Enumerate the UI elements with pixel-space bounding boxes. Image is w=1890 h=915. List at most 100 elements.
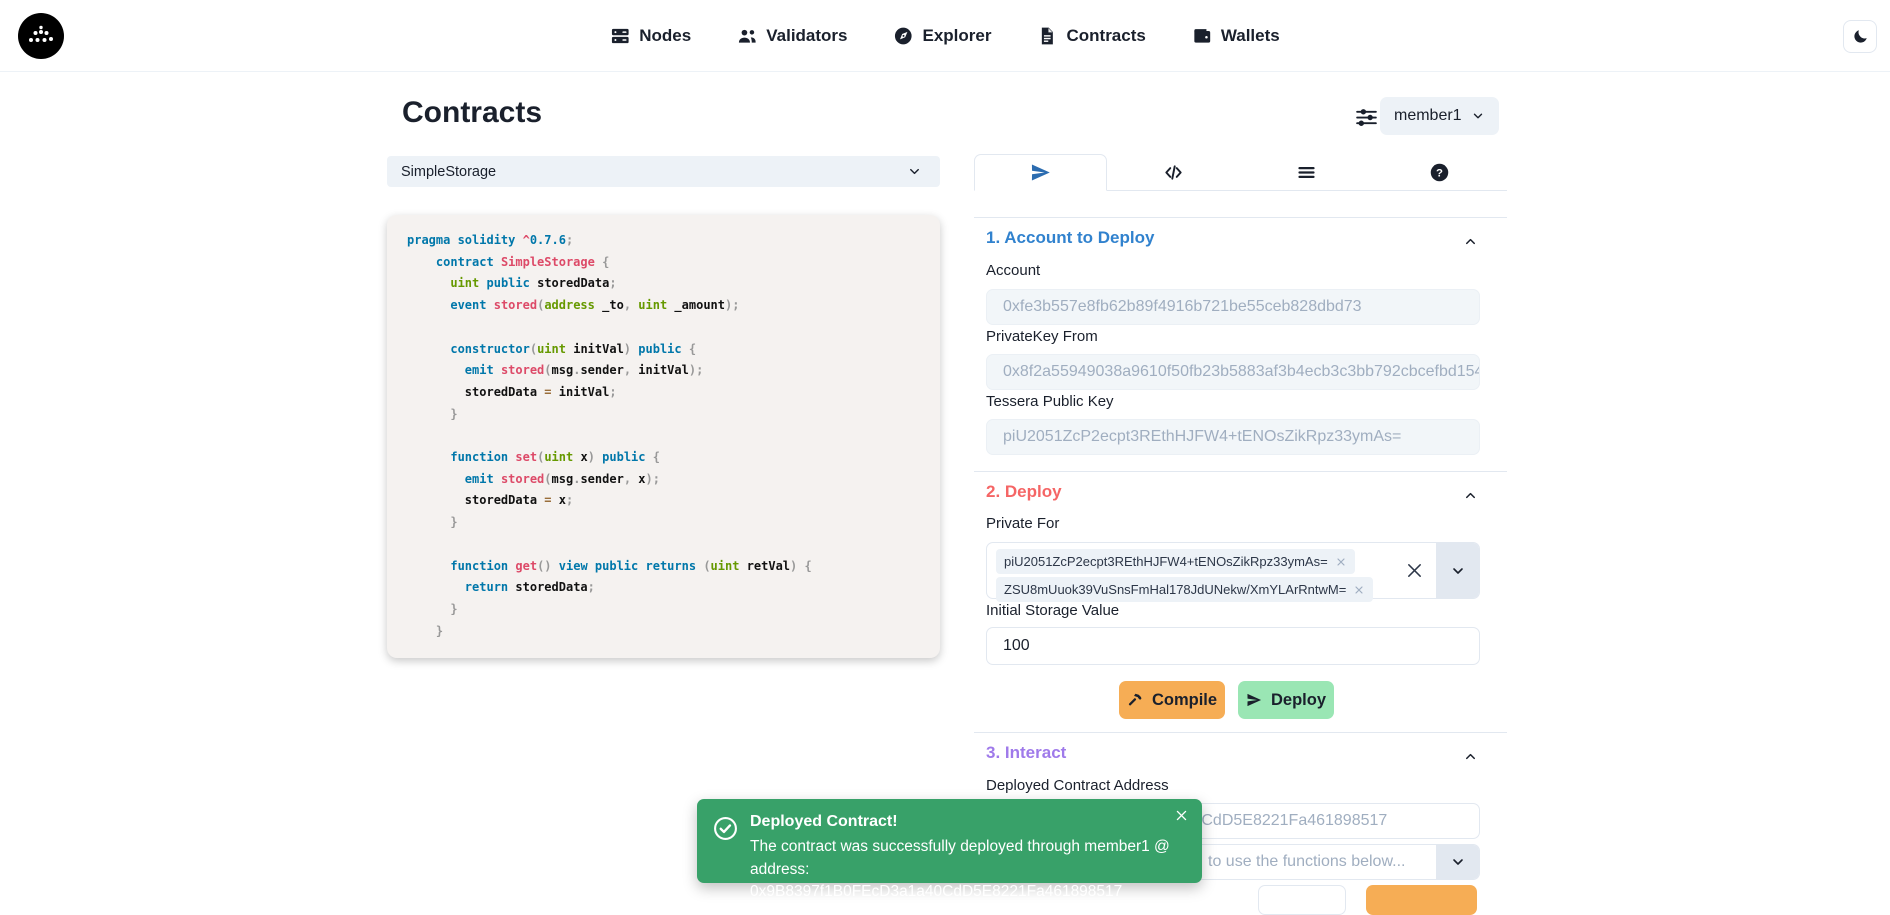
nav-item-contracts[interactable]: Contracts bbox=[1037, 26, 1145, 46]
question-circle-icon: ? bbox=[1429, 162, 1450, 183]
interact-primary-button[interactable] bbox=[1366, 885, 1477, 915]
server-icon bbox=[610, 26, 630, 46]
section-title[interactable]: 2. Deploy bbox=[986, 482, 1062, 502]
contract-select-value: SimpleStorage bbox=[401, 164, 496, 180]
chevron-up-icon[interactable] bbox=[1463, 749, 1478, 764]
account-selector-label: member1 bbox=[1394, 107, 1462, 125]
account-selector-dropdown[interactable]: member1 bbox=[1380, 97, 1499, 135]
tab-question-circle[interactable]: ? bbox=[1373, 154, 1506, 191]
private-for-tag: ZSU8mUuok39VuSnsFmHal178JdUNekw/XmYLArRn… bbox=[996, 577, 1373, 602]
paper-plane-icon bbox=[1246, 692, 1262, 708]
section-title[interactable]: 3. Interact bbox=[986, 743, 1066, 763]
paper-plane-icon bbox=[1030, 162, 1051, 183]
deploy-success-toast: Deployed Contract! The contract was succ… bbox=[697, 799, 1202, 883]
code-line: } bbox=[407, 404, 920, 426]
privatekey-from-label: PrivateKey From bbox=[986, 328, 1098, 345]
tessera-public-key-label: Tessera Public Key bbox=[986, 393, 1114, 410]
file-contract-icon bbox=[1037, 26, 1057, 46]
section-deploy: 2. Deploy Private For piU2051ZcP2ecpt3RE… bbox=[974, 471, 1507, 732]
code-line: emit stored(msg.sender, initVal); bbox=[407, 360, 920, 382]
wallet-icon bbox=[1192, 26, 1212, 46]
code-line: } bbox=[407, 621, 920, 643]
chevron-down-icon bbox=[1450, 563, 1466, 579]
code-line: contract SimpleStorage { bbox=[407, 252, 920, 274]
dark-mode-toggle[interactable] bbox=[1843, 20, 1877, 53]
clear-all-icon[interactable] bbox=[1404, 560, 1425, 581]
users-icon bbox=[737, 26, 757, 46]
multiselect-dropdown-toggle[interactable] bbox=[1436, 543, 1479, 598]
chevron-up-icon[interactable] bbox=[1463, 488, 1478, 503]
deploy-panel-tabs: ? bbox=[974, 154, 1507, 191]
chevron-down-icon bbox=[1471, 109, 1485, 123]
app-logo[interactable] bbox=[18, 13, 64, 59]
main-nav: Nodes Validators Explorer Contracts Wallets bbox=[610, 0, 1279, 72]
nav-item-label: Explorer bbox=[923, 26, 992, 46]
code-line: storedData = x; bbox=[407, 490, 920, 512]
close-icon[interactable] bbox=[1174, 808, 1189, 823]
sliders-icon[interactable] bbox=[1354, 105, 1379, 130]
deploy-button-label: Deploy bbox=[1271, 691, 1326, 710]
deploy-button[interactable]: Deploy bbox=[1238, 681, 1334, 719]
section-account-to-deploy: 1. Account to Deploy Account 0xfe3b557e8… bbox=[974, 217, 1507, 471]
compile-button[interactable]: Compile bbox=[1119, 681, 1225, 719]
code-line bbox=[407, 317, 920, 339]
account-label: Account bbox=[986, 262, 1040, 279]
nav-item-nodes[interactable]: Nodes bbox=[610, 26, 691, 46]
code-icon bbox=[1163, 162, 1184, 183]
tessera-public-key-input[interactable]: piU2051ZcP2ecpt3REthHJFW4+tENOsZikRpz33y… bbox=[986, 419, 1480, 455]
remove-tag-icon[interactable] bbox=[1335, 556, 1347, 568]
deployed-address-label: Deployed Contract Address bbox=[986, 777, 1169, 794]
page-title: Contracts bbox=[402, 96, 542, 130]
svg-text:?: ? bbox=[1436, 168, 1443, 180]
remove-tag-icon[interactable] bbox=[1353, 584, 1365, 596]
toast-message: The contract was successfully deployed t… bbox=[750, 836, 1176, 904]
code-line: function set(uint x) public { bbox=[407, 447, 920, 469]
private-for-tag-label: piU2051ZcP2ecpt3REthHJFW4+tENOsZikRpz33y… bbox=[1004, 554, 1328, 569]
initial-storage-input[interactable]: 100 bbox=[986, 627, 1480, 665]
code-line: } bbox=[407, 512, 920, 534]
private-for-multiselect[interactable]: piU2051ZcP2ecpt3REthHJFW4+tENOsZikRpz33y… bbox=[986, 542, 1480, 599]
code-line: uint public storedData; bbox=[407, 273, 920, 295]
code-line: } bbox=[407, 599, 920, 621]
section-title[interactable]: 1. Account to Deploy bbox=[986, 228, 1154, 248]
toast-title: Deployed Contract! bbox=[750, 813, 898, 831]
check-circle-icon bbox=[713, 816, 738, 841]
chevron-up-icon[interactable] bbox=[1463, 234, 1478, 249]
function-select-dropdown-toggle[interactable] bbox=[1436, 845, 1479, 879]
chevron-down-icon bbox=[1450, 854, 1466, 870]
privatekey-from-input[interactable]: 0x8f2a55949038a9610f50fb23b5883af3b4ecb3… bbox=[986, 354, 1480, 390]
private-for-label: Private For bbox=[986, 515, 1059, 532]
code-line: emit stored(msg.sender, x); bbox=[407, 469, 920, 491]
compile-button-label: Compile bbox=[1152, 691, 1217, 710]
nav-item-label: Contracts bbox=[1066, 26, 1145, 46]
contract-source-code: pragma solidity ^0.7.6; contract SimpleS… bbox=[387, 215, 940, 658]
tab-list[interactable] bbox=[1240, 154, 1373, 191]
nav-item-label: Nodes bbox=[639, 26, 691, 46]
private-for-tag-label: ZSU8mUuok39VuSnsFmHal178JdUNekw/XmYLArRn… bbox=[1004, 582, 1346, 597]
compass-icon bbox=[894, 26, 914, 46]
code-line bbox=[407, 425, 920, 447]
nav-item-label: Validators bbox=[766, 26, 847, 46]
moon-icon bbox=[1852, 28, 1869, 45]
chevron-down-icon bbox=[907, 164, 922, 179]
interact-secondary-button[interactable] bbox=[1258, 885, 1346, 915]
nav-item-wallets[interactable]: Wallets bbox=[1192, 26, 1280, 46]
code-line: event stored(address _to, uint _amount); bbox=[407, 295, 920, 317]
code-line bbox=[407, 534, 920, 556]
account-input[interactable]: 0xfe3b557e8fb62b89f4916b721be55ceb828dbd… bbox=[986, 289, 1480, 325]
hammer-icon bbox=[1127, 692, 1143, 708]
code-line: pragma solidity ^0.7.6; bbox=[407, 230, 920, 252]
nav-item-explorer[interactable]: Explorer bbox=[894, 26, 992, 46]
code-line: return storedData; bbox=[407, 577, 920, 599]
tab-paper-plane[interactable] bbox=[974, 154, 1107, 191]
contract-select[interactable]: SimpleStorage bbox=[387, 156, 940, 187]
nav-item-label: Wallets bbox=[1221, 26, 1280, 46]
tab-code[interactable] bbox=[1107, 154, 1240, 191]
private-for-tag: piU2051ZcP2ecpt3REthHJFW4+tENOsZikRpz33y… bbox=[996, 549, 1355, 574]
code-line: constructor(uint initVal) public { bbox=[407, 339, 920, 361]
code-line: storedData = initVal; bbox=[407, 382, 920, 404]
code-line: function get() view public returns (uint… bbox=[407, 556, 920, 578]
list-icon bbox=[1296, 162, 1317, 183]
nav-item-validators[interactable]: Validators bbox=[737, 26, 847, 46]
top-nav-bar: Nodes Validators Explorer Contracts Wallets bbox=[0, 0, 1890, 72]
